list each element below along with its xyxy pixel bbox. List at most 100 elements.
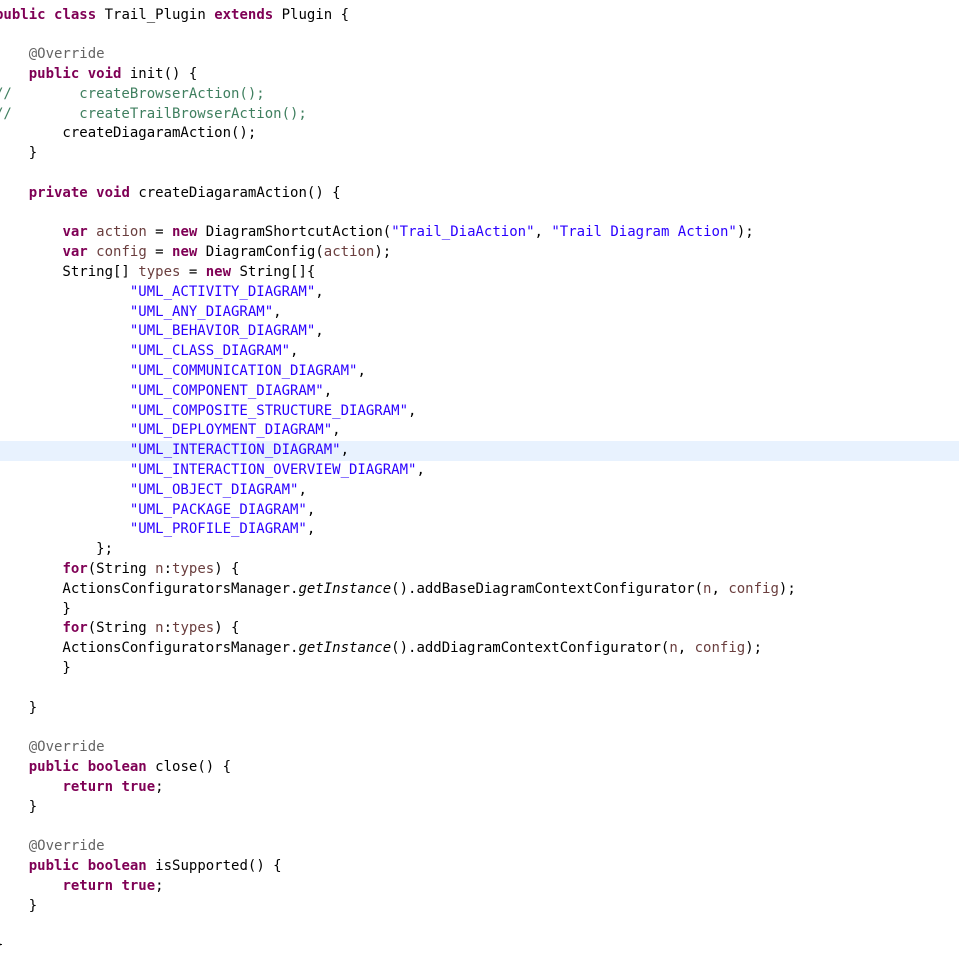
keyword-token: new: [172, 244, 198, 261]
code-line[interactable]: "UML_PROFILE_DIAGRAM",: [0, 520, 959, 540]
code-line[interactable]: "UML_ACTIVITY_DIAGRAM",: [0, 283, 959, 303]
code-line[interactable]: @Override: [0, 738, 959, 758]
code-line[interactable]: // createTrailBrowserAction();: [0, 105, 959, 125]
annotation-token: @Override: [28, 46, 105, 63]
variable-token: action: [323, 244, 375, 261]
code-text: ,: [357, 362, 366, 379]
code-line[interactable]: return true;: [0, 877, 959, 897]
code-line-content: }: [0, 699, 37, 719]
code-line-content: "UML_ACTIVITY_DIAGRAM",: [0, 283, 324, 303]
code-line[interactable]: }: [0, 936, 959, 956]
code-line[interactable]: return true;: [0, 778, 959, 798]
code-line[interactable]: // createBrowserAction();: [0, 85, 959, 105]
code-text: ,: [306, 501, 316, 518]
code-line[interactable]: "UML_PACKAGE_DIAGRAM",: [0, 501, 959, 521]
code-line[interactable]: [0, 25, 959, 45]
code-editor[interactable]: public class Trail_Plugin extends Plugin…: [0, 0, 959, 960]
variable-token: n: [155, 620, 164, 637]
string-literal: "UML_PACKAGE_DIAGRAM": [129, 501, 307, 518]
code-line[interactable]: ActionsConfiguratorsManager.getInstance(…: [0, 580, 959, 600]
code-line[interactable]: }: [0, 659, 959, 679]
string-literal: "UML_OBJECT_DIAGRAM": [129, 481, 299, 498]
code-line[interactable]: "UML_BEHAVIOR_DIAGRAM",: [0, 322, 959, 342]
keyword-token: return: [62, 778, 114, 795]
code-line[interactable]: [0, 718, 959, 738]
code-line-content: private void createDiagaramAction() {: [0, 184, 341, 204]
code-line[interactable]: public boolean close() {: [0, 758, 959, 778]
variable-token: config: [728, 580, 779, 597]
keyword-token: new: [205, 263, 232, 280]
code-line-content: }: [0, 144, 37, 164]
code-line[interactable]: [0, 164, 959, 184]
code-line[interactable]: }: [0, 798, 959, 818]
code-line[interactable]: "UML_ANY_DIAGRAM",: [0, 303, 959, 323]
code-line[interactable]: @Override: [0, 837, 959, 857]
code-line-content: @Override: [0, 837, 105, 857]
keyword-token: var: [62, 224, 88, 241]
code-line[interactable]: createDiagaramAction();: [0, 124, 959, 144]
code-line-content: ActionsConfiguratorsManager.getInstance(…: [0, 639, 762, 659]
code-text: ,: [273, 303, 282, 320]
keyword-token: for: [62, 620, 88, 637]
code-line[interactable]: public class Trail_Plugin extends Plugin…: [0, 6, 959, 26]
code-line-content: var action = new DiagramShortcutAction("…: [0, 223, 753, 243]
code-line[interactable]: "UML_OBJECT_DIAGRAM",: [0, 481, 959, 501]
code-line[interactable]: [0, 679, 959, 699]
code-text: =: [146, 224, 173, 241]
code-line[interactable]: String[] types = new String[]{: [0, 263, 959, 283]
code-line[interactable]: @Override: [0, 45, 959, 65]
code-line[interactable]: "UML_COMMUNICATION_DIAGRAM",: [0, 362, 959, 382]
code-line[interactable]: "UML_INTERACTION_OVERVIEW_DIAGRAM",: [0, 461, 959, 481]
code-line[interactable]: [0, 204, 959, 224]
code-line-content: @Override: [0, 45, 105, 65]
code-line[interactable]: }: [0, 144, 959, 164]
variable-token: action: [96, 224, 147, 241]
variable-token: types: [172, 560, 215, 577]
code-line[interactable]: for(String n:types) {: [0, 619, 959, 639]
code-line[interactable]: }: [0, 699, 959, 719]
code-line[interactable]: "UML_CLASS_DIAGRAM",: [0, 342, 959, 362]
code-line[interactable]: for(String n:types) {: [0, 560, 959, 580]
code-line[interactable]: ActionsConfiguratorsManager.getInstance(…: [0, 639, 959, 659]
code-line[interactable]: [0, 916, 959, 936]
code-line-content: // createTrailBrowserAction();: [0, 105, 307, 125]
code-text: };: [0, 541, 114, 558]
code-line[interactable]: "UML_COMPOSITE_STRUCTURE_DIAGRAM",: [0, 402, 959, 422]
code-text: DiagramConfig(: [197, 244, 324, 261]
current-code-line[interactable]: "UML_INTERACTION_DIAGRAM",: [0, 441, 959, 461]
code-text: :: [163, 560, 173, 577]
code-line[interactable]: public boolean isSupported() {: [0, 857, 959, 877]
code-text: );: [374, 244, 392, 261]
code-text: ) {: [214, 620, 240, 637]
code-line[interactable]: }: [0, 600, 959, 620]
code-text: ActionsConfiguratorsManager.: [0, 640, 299, 657]
code-line[interactable]: };: [0, 540, 959, 560]
code-line-content: public class Trail_Plugin extends Plugin…: [0, 6, 349, 26]
code-line[interactable]: private void createDiagaramAction() {: [0, 184, 959, 204]
code-text: init() {: [121, 65, 198, 82]
code-line[interactable]: "UML_DEPLOYMENT_DIAGRAM",: [0, 421, 959, 441]
string-literal: "UML_COMPOSITE_STRUCTURE_DIAGRAM": [129, 402, 409, 419]
code-line[interactable]: var action = new DiagramShortcutAction("…: [0, 223, 959, 243]
code-line[interactable]: }: [0, 897, 959, 917]
code-line[interactable]: [0, 817, 959, 837]
string-literal: "UML_DEPLOYMENT_DIAGRAM": [129, 422, 333, 439]
code-line[interactable]: public void init() {: [0, 65, 959, 85]
code-text: Plugin {: [273, 6, 350, 23]
code-line[interactable]: var config = new DiagramConfig(action);: [0, 243, 959, 263]
keyword-token: extends: [214, 6, 274, 23]
code-line-content: public boolean isSupported() {: [0, 857, 282, 877]
code-line-content: "UML_OBJECT_DIAGRAM",: [0, 481, 307, 501]
code-line-content: "UML_COMPOSITE_STRUCTURE_DIAGRAM",: [0, 402, 417, 422]
keyword-token: var: [62, 244, 88, 261]
code-line-content: "UML_INTERACTION_OVERVIEW_DIAGRAM",: [0, 461, 425, 481]
code-line[interactable]: "UML_COMPONENT_DIAGRAM",: [0, 382, 959, 402]
